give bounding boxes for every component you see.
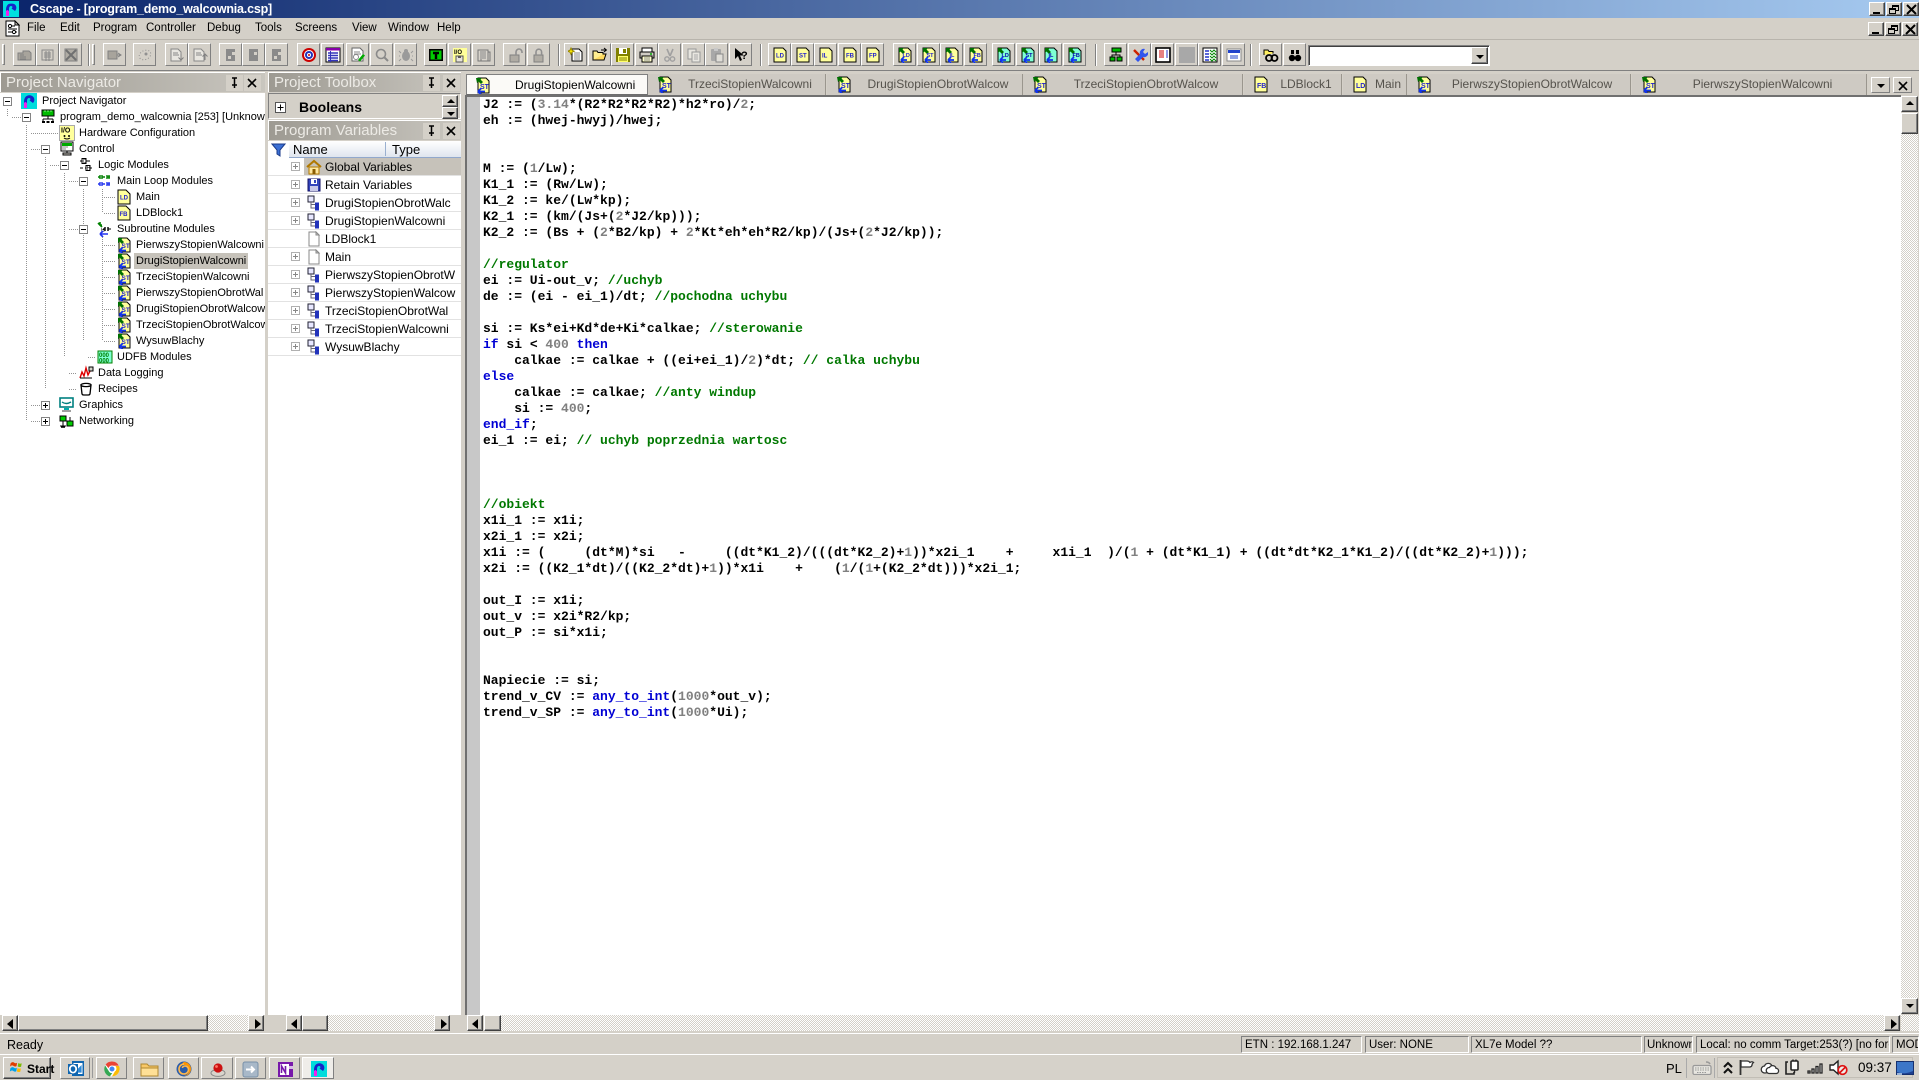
svg-text:FP: FP <box>869 54 877 60</box>
svg-text:I/O: I/O <box>61 128 71 135</box>
svg-text:ST: ST <box>122 291 130 298</box>
svg-text:LD: LD <box>120 196 129 202</box>
svg-text:FB: FB <box>846 54 855 60</box>
svg-text:ST: ST <box>799 54 807 60</box>
svg-text:FB: FB <box>1257 83 1266 90</box>
svg-text:LD: LD <box>776 54 785 60</box>
svg-text:ST: ST <box>122 259 130 266</box>
svg-text:FB: FB <box>120 212 129 218</box>
svg-text:I/O: I/O <box>454 50 462 56</box>
svg-text:ST: ST <box>1037 83 1047 90</box>
svg-text:ST: ST <box>480 84 490 91</box>
svg-text:ST: ST <box>841 83 851 90</box>
svg-text:ST: ST <box>122 323 130 330</box>
svg-text:H: H <box>87 166 91 172</box>
svg-text:ST: ST <box>122 275 130 282</box>
svg-text:IL: IL <box>822 54 828 60</box>
svg-text:C: C <box>83 159 87 165</box>
svg-text:?: ? <box>741 50 748 62</box>
svg-text:ST: ST <box>122 339 130 346</box>
svg-text:ST: ST <box>1421 83 1431 90</box>
svg-text:ST: ST <box>122 243 130 250</box>
svg-text:000: 000 <box>99 359 110 365</box>
svg-text:ST: ST <box>122 307 130 314</box>
svg-text:LD: LD <box>1356 83 1365 90</box>
svg-text:ST: ST <box>1646 83 1656 90</box>
svg-text:ST: ST <box>662 83 672 90</box>
